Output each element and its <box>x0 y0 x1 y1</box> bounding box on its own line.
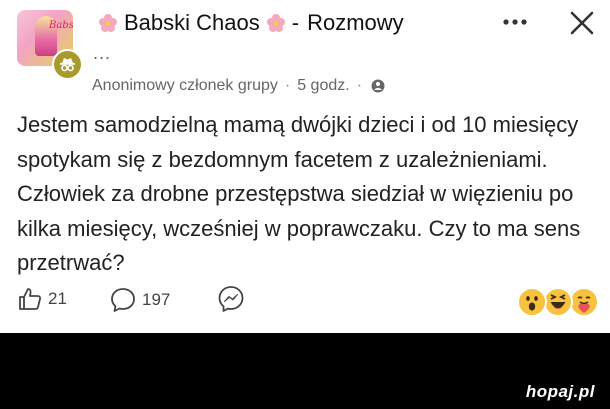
group-icon <box>371 79 385 93</box>
title-separator: - <box>291 10 300 35</box>
comment-count: 197 <box>142 290 171 309</box>
thumbs-up-icon <box>19 288 42 310</box>
like-count: 21 <box>48 289 67 308</box>
close-icon[interactable] <box>565 6 599 40</box>
comment-button[interactable]: 197 <box>109 286 170 314</box>
avatar-logo-text: Babski <box>49 20 73 31</box>
meta-dot: · <box>284 77 291 94</box>
care-reaction-icon <box>569 287 599 317</box>
wow-reaction-icon <box>517 287 547 317</box>
post-meta: Anonimowy członek grupy · 5 godz. · <box>92 77 385 95</box>
post-time[interactable]: 5 godz. <box>297 77 349 95</box>
meta-dot: · <box>356 77 363 94</box>
group-name[interactable]: Babski Chaos <box>124 10 260 36</box>
post-card: Babski Babski Chaos <box>0 0 610 333</box>
action-bar: 21 197 <box>17 284 599 319</box>
author-name[interactable]: Anonimowy członek grupy <box>92 77 278 95</box>
more-options-button[interactable] <box>500 8 530 36</box>
site-watermark: hopaj.pl <box>525 382 595 401</box>
anonymous-member-icon <box>52 49 83 80</box>
flower-icon <box>266 13 286 33</box>
reaction-summary[interactable] <box>517 287 599 317</box>
footer-bar <box>0 333 610 409</box>
title-overflow: ... <box>93 43 112 63</box>
haha-reaction-icon <box>543 287 573 317</box>
section-name[interactable]: Rozmowy <box>307 10 404 36</box>
messenger-icon[interactable] <box>216 284 246 319</box>
like-button[interactable]: 21 <box>17 286 67 312</box>
flower-icon <box>98 13 118 33</box>
post-body: Jestem samodzielną mamą dwójki dzieci i … <box>17 112 581 275</box>
comment-bubble-icon <box>111 288 135 312</box>
post-title[interactable]: Babski Chaos - Rozmowy <box>92 8 404 38</box>
